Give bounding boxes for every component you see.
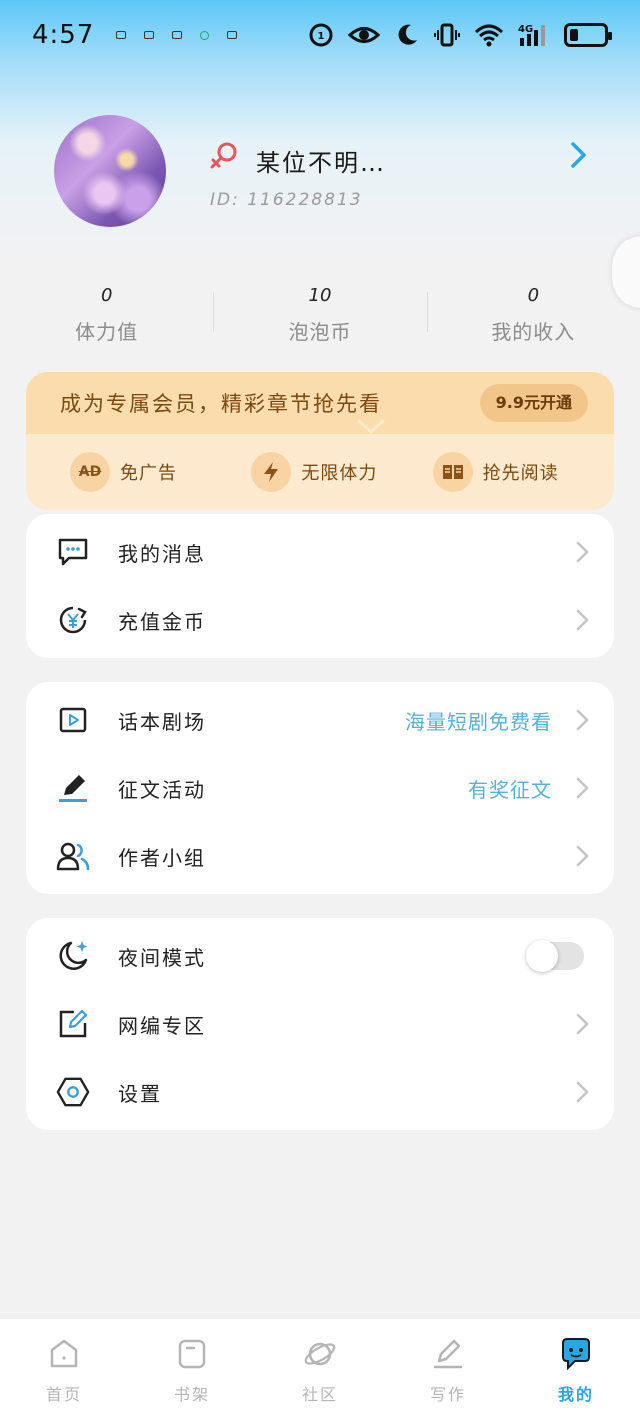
user-id: ID: 116228813 bbox=[210, 190, 363, 210]
home-icon bbox=[50, 1339, 78, 1368]
edit-icon bbox=[56, 1007, 90, 1041]
vip-card[interactable]: 成为专属会员，精彩章节抢先看 9.9元开通 AD 免广告 无限体力 抢先阅读 bbox=[26, 372, 614, 510]
tab-community[interactable]: 社区 bbox=[256, 1319, 384, 1415]
star-app-icon bbox=[227, 31, 238, 39]
chevron-right-icon bbox=[576, 845, 589, 867]
female-icon bbox=[210, 142, 237, 169]
green-app-icon bbox=[200, 30, 210, 40]
stat-bubble-coins[interactable]: 10 泡泡币 bbox=[213, 282, 426, 352]
chevron-right-icon bbox=[576, 1081, 589, 1103]
avatar[interactable] bbox=[54, 115, 166, 227]
menu-item-editor-zone[interactable]: 网编专区 bbox=[26, 990, 614, 1058]
stat-label: 我的收入 bbox=[491, 320, 576, 344]
group-icon bbox=[56, 839, 90, 873]
menu-item-night-mode[interactable]: 夜间模式 bbox=[26, 922, 614, 990]
vibrate-icon bbox=[434, 23, 460, 47]
battery-icon bbox=[564, 23, 612, 47]
menu-hint: 海量短剧免费看 bbox=[405, 709, 552, 734]
menu-label: 充值金币 bbox=[118, 609, 206, 634]
chevron-right-icon bbox=[576, 1013, 589, 1035]
lightning-icon bbox=[251, 452, 292, 492]
menu-item-messages[interactable]: 我的消息 bbox=[26, 518, 614, 586]
vip-subscribe-button[interactable]: 9.9元开通 bbox=[479, 384, 588, 422]
menu-card-1: 我的消息 充值金币 bbox=[26, 514, 614, 658]
menu-label: 设置 bbox=[118, 1081, 162, 1106]
night-mode-icon bbox=[56, 939, 90, 973]
play-icon bbox=[56, 703, 90, 737]
mine-icon bbox=[562, 1338, 590, 1371]
menu-item-author-group[interactable]: 作者小组 bbox=[26, 822, 614, 890]
perk-unlimited-stamina[interactable]: 无限体力 bbox=[251, 452, 432, 492]
perk-label: 无限体力 bbox=[301, 463, 378, 484]
wifi-icon bbox=[474, 24, 504, 47]
perk-ad-free[interactable]: AD 免广告 bbox=[70, 452, 251, 492]
mail-icon bbox=[172, 31, 183, 39]
menu-hint: 有奖征文 bbox=[468, 777, 552, 802]
book-icon bbox=[432, 452, 473, 492]
ad-free-icon: AD bbox=[70, 452, 110, 492]
menu-card-2: 话本剧场 海量短剧免费看 征文活动 有奖征文 作者小组 bbox=[26, 682, 614, 894]
stat-value: 0 bbox=[100, 285, 113, 306]
bottom-nav: 首页 书架 社区 写作 我的 bbox=[0, 1318, 640, 1415]
svg-text:4G: 4G bbox=[518, 24, 533, 35]
tab-label: 社区 bbox=[301, 1385, 338, 1404]
hd-call-icon: 1 bbox=[309, 23, 333, 47]
eye-icon bbox=[348, 27, 380, 43]
menu-label: 征文活动 bbox=[118, 777, 206, 802]
message-icon bbox=[56, 535, 90, 569]
status-bar: 4:57 1 4G bbox=[0, 0, 640, 70]
bookshelf-icon bbox=[178, 1339, 206, 1369]
chevron-right-icon bbox=[576, 541, 589, 563]
chevron-down-icon bbox=[356, 418, 386, 434]
menu-label: 话本剧场 bbox=[118, 709, 206, 734]
svg-text:1: 1 bbox=[318, 31, 325, 42]
stat-stamina[interactable]: 0 体力值 bbox=[0, 282, 213, 352]
stat-label: 体力值 bbox=[75, 320, 139, 344]
menu-label: 我的消息 bbox=[118, 541, 206, 566]
planet-icon bbox=[304, 1342, 336, 1366]
tab-bookshelf[interactable]: 书架 bbox=[128, 1319, 256, 1415]
notification-icons bbox=[116, 30, 238, 40]
menu-label: 作者小组 bbox=[118, 845, 206, 870]
chevron-right-icon bbox=[576, 609, 589, 631]
menu-item-theater[interactable]: 话本剧场 海量短剧免费看 bbox=[26, 686, 614, 754]
menu-card-3: 夜间模式 网编专区 设置 bbox=[26, 918, 614, 1130]
chevron-right-icon[interactable] bbox=[566, 140, 590, 170]
coin-icon bbox=[56, 603, 90, 637]
moon-icon bbox=[398, 24, 417, 45]
perk-label: 抢先阅读 bbox=[482, 463, 559, 484]
stat-label: 泡泡币 bbox=[288, 320, 352, 344]
menu-label: 网编专区 bbox=[118, 1013, 206, 1038]
tab-home[interactable]: 首页 bbox=[0, 1319, 128, 1415]
tab-label: 书架 bbox=[173, 1385, 210, 1404]
perk-early-reading[interactable]: 抢先阅读 bbox=[432, 452, 614, 492]
night-mode-toggle[interactable] bbox=[526, 940, 584, 972]
username: 某位不明… bbox=[256, 149, 386, 177]
menu-item-contest[interactable]: 征文活动 有奖征文 bbox=[26, 754, 614, 822]
chevron-right-icon bbox=[576, 777, 589, 799]
tab-label: 首页 bbox=[45, 1385, 82, 1404]
tab-label: 我的 bbox=[557, 1385, 594, 1404]
menu-item-settings[interactable]: 设置 bbox=[26, 1058, 614, 1126]
tab-write[interactable]: 写作 bbox=[384, 1319, 512, 1415]
pen-icon bbox=[56, 771, 90, 805]
stat-income[interactable]: 0 我的收入 bbox=[426, 282, 640, 352]
vip-title: 成为专属会员，精彩章节抢先看 bbox=[60, 392, 382, 416]
stat-value: 10 bbox=[308, 285, 332, 306]
stats-bar: 0 体力值 10 泡泡币 0 我的收入 bbox=[0, 282, 640, 352]
menu-item-recharge[interactable]: 充值金币 bbox=[26, 586, 614, 654]
mail-icon bbox=[144, 31, 155, 39]
profile-header[interactable]: 某位不明… ID: 116228813 bbox=[0, 110, 640, 240]
tab-mine[interactable]: 我的 bbox=[512, 1319, 640, 1415]
perk-label: 免广告 bbox=[120, 463, 177, 484]
stat-value: 0 bbox=[527, 285, 540, 306]
menu-label: 夜间模式 bbox=[118, 945, 206, 970]
app-notif-icon bbox=[116, 31, 127, 39]
signal-icon: 4G bbox=[518, 24, 545, 46]
settings-icon bbox=[56, 1075, 90, 1109]
write-icon bbox=[433, 1339, 463, 1369]
tab-label: 写作 bbox=[429, 1385, 466, 1404]
chevron-right-icon bbox=[576, 709, 589, 731]
status-time: 4:57 bbox=[32, 20, 95, 50]
